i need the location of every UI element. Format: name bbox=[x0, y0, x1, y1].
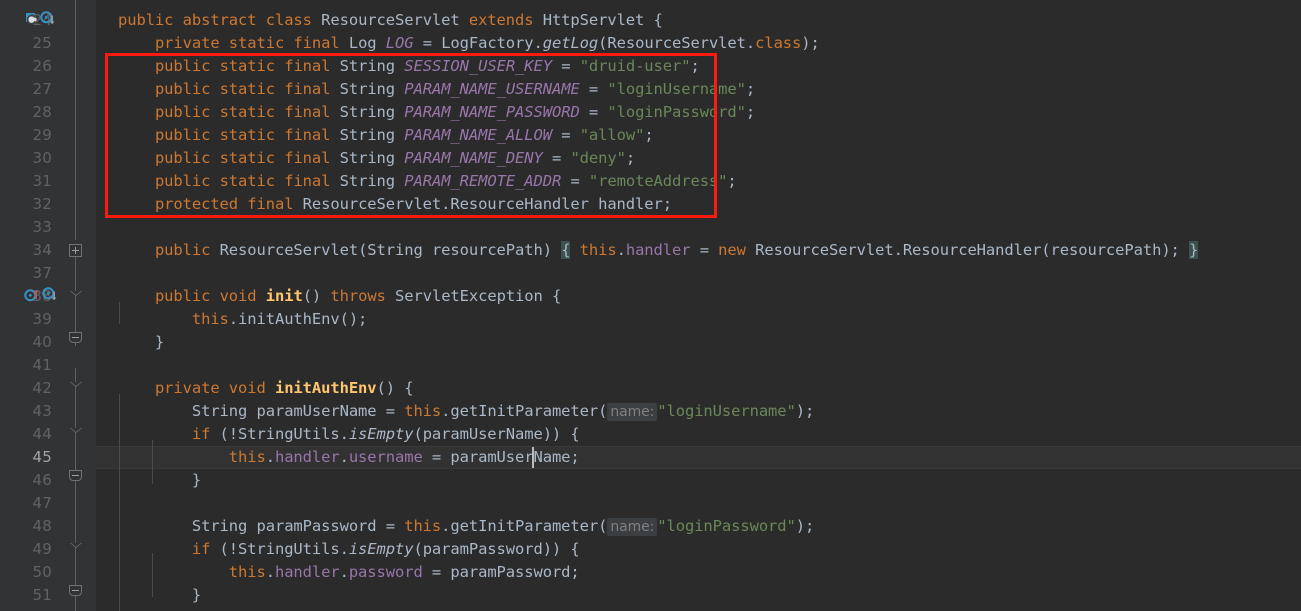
code-line-24[interactable]: public abstract class ResourceServlet ex… bbox=[118, 9, 663, 32]
code-editor[interactable]: 24 25 26 27 28 29 30 31 32 33 34 37 38 3… bbox=[0, 0, 1301, 611]
fold-control-region-end-line-46[interactable] bbox=[69, 470, 82, 481]
fold-control-region-end-line-40[interactable] bbox=[69, 332, 82, 343]
inlay-hint-name: name: bbox=[607, 518, 658, 536]
fold-rail bbox=[75, 0, 76, 240]
line-number: 47 bbox=[32, 494, 52, 512]
line-number: 31 bbox=[32, 172, 52, 190]
code-line-29[interactable]: public static final String PARAM_NAME_AL… bbox=[118, 124, 654, 147]
code-line-50[interactable]: this.handler.password = paramPassword; bbox=[118, 561, 580, 584]
line-number: 27 bbox=[32, 80, 52, 98]
code-line-44[interactable]: if (!StringUtils.isEmpty(paramUserName))… bbox=[118, 423, 580, 446]
line-number: 41 bbox=[32, 356, 52, 374]
editor-gutter[interactable]: 24 25 26 27 28 29 30 31 32 33 34 37 38 3… bbox=[0, 0, 96, 611]
overridden-method-icon[interactable] bbox=[40, 11, 56, 31]
line-number: 48 bbox=[32, 517, 52, 535]
fold-control-collapse-line-49[interactable] bbox=[70, 543, 82, 548]
code-line-42[interactable]: private void initAuthEnv() { bbox=[118, 377, 414, 400]
code-line-38[interactable]: public void init() throws ServletExcepti… bbox=[118, 285, 561, 308]
inlay-hint-name: name: bbox=[607, 403, 658, 421]
code-line-33[interactable] bbox=[118, 216, 127, 239]
fold-control-expand-line-34[interactable] bbox=[69, 244, 82, 257]
line-number: 43 bbox=[32, 402, 52, 420]
code-line-49[interactable]: if (!StringUtils.isEmpty(paramPassword))… bbox=[118, 538, 580, 561]
code-line-47[interactable] bbox=[118, 492, 127, 515]
line-number: 50 bbox=[32, 563, 52, 581]
code-line-45[interactable]: this.handler.username = paramUserName; bbox=[118, 446, 580, 469]
line-number: 42 bbox=[32, 379, 52, 397]
line-number: 46 bbox=[32, 471, 52, 489]
line-number: 30 bbox=[32, 149, 52, 167]
code-text-area[interactable]: public abstract class ResourceServlet ex… bbox=[96, 0, 1301, 611]
fold-control-collapse-line-44[interactable] bbox=[70, 428, 82, 433]
code-line-46[interactable]: } bbox=[118, 469, 201, 492]
code-line-43[interactable]: String paramUserName = this.getInitParam… bbox=[118, 400, 814, 423]
code-line-26[interactable]: public static final String SESSION_USER_… bbox=[118, 55, 700, 78]
line-number: 44 bbox=[32, 425, 52, 443]
code-line-32[interactable]: protected final ResourceServlet.Resource… bbox=[118, 193, 672, 216]
implementing-method-icon[interactable] bbox=[24, 287, 40, 307]
text-caret bbox=[532, 447, 534, 468]
implemented-by-icon[interactable] bbox=[24, 11, 40, 31]
code-line-51[interactable]: } bbox=[118, 584, 201, 607]
line-number: 34 bbox=[32, 241, 52, 259]
code-line-28[interactable]: public static final String PARAM_NAME_PA… bbox=[118, 101, 755, 124]
code-line-41[interactable] bbox=[118, 354, 127, 377]
code-line-25[interactable]: private static final Log LOG = LogFactor… bbox=[118, 32, 820, 55]
line-number: 39 bbox=[32, 310, 52, 328]
line-number: 49 bbox=[32, 540, 52, 558]
line-number: 37 bbox=[32, 264, 52, 282]
overriding-method-icon[interactable] bbox=[42, 287, 58, 307]
fold-control-collapse-line-42[interactable] bbox=[70, 382, 82, 387]
line-number: 40 bbox=[32, 333, 52, 351]
code-line-31[interactable]: public static final String PARAM_REMOTE_… bbox=[118, 170, 737, 193]
line-number: 29 bbox=[32, 126, 52, 144]
fold-control-collapse-line-38[interactable] bbox=[70, 291, 82, 296]
fold-control-region-end-line-51[interactable] bbox=[69, 585, 82, 596]
line-number: 25 bbox=[32, 34, 52, 52]
line-number-current: 45 bbox=[32, 448, 52, 466]
code-line-40[interactable]: } bbox=[118, 331, 164, 354]
code-line-37[interactable] bbox=[118, 262, 127, 285]
line-number: 33 bbox=[32, 218, 52, 236]
code-line-30[interactable]: public static final String PARAM_NAME_DE… bbox=[118, 147, 635, 170]
code-line-48[interactable]: String paramPassword = this.getInitParam… bbox=[118, 515, 814, 538]
line-number: 32 bbox=[32, 195, 52, 213]
line-number: 28 bbox=[32, 103, 52, 121]
code-line-34[interactable]: public ResourceServlet(String resourcePa… bbox=[118, 239, 1198, 262]
line-number: 51 bbox=[32, 586, 52, 604]
line-number: 26 bbox=[32, 57, 52, 75]
code-line-27[interactable]: public static final String PARAM_NAME_US… bbox=[118, 78, 755, 101]
code-line-39[interactable]: this.initAuthEnv(); bbox=[118, 308, 368, 331]
